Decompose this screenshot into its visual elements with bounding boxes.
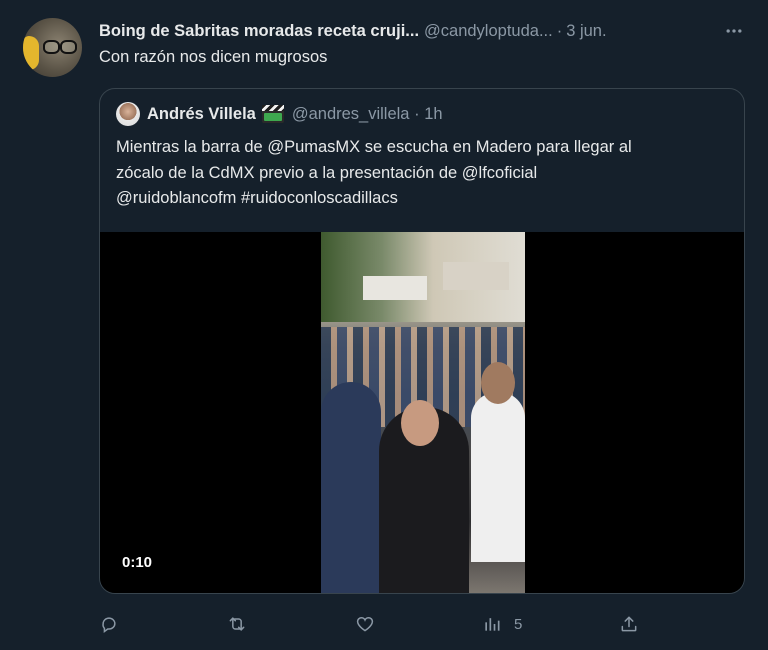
tweet-actions: 5 xyxy=(99,610,739,638)
quoted-tweet-time[interactable]: 1h xyxy=(424,105,442,124)
views-button[interactable]: 5 xyxy=(482,610,522,638)
tweet-header: Boing de Sabritas moradas receta cruji..… xyxy=(99,20,759,42)
author-handle[interactable]: @candyloptuda... xyxy=(424,22,553,41)
like-button[interactable] xyxy=(355,610,375,638)
quoted-text-line: Mientras la barra de @PumasMX se escucha… xyxy=(116,138,632,156)
quoted-text-line: @ruidoblancofm #ruidoconloscadillacs xyxy=(116,189,398,207)
tweet-date[interactable]: 3 jun. xyxy=(566,22,606,41)
video-timecode: 0:10 xyxy=(122,554,153,571)
views-count: 5 xyxy=(514,615,523,633)
tweet[interactable]: Boing de Sabritas moradas receta cruji..… xyxy=(0,0,768,650)
more-horizontal-icon xyxy=(726,29,742,33)
quoted-tweet-header: Andrés Villela @andres_villela · 1h xyxy=(147,102,443,126)
quoted-author-name[interactable]: Andrés Villela xyxy=(147,105,256,124)
quoted-tweet-separator: · xyxy=(414,104,420,123)
share-button[interactable] xyxy=(619,610,639,638)
more-options-button[interactable] xyxy=(720,20,748,42)
quoted-tweet[interactable]: Andrés Villela @andres_villela · 1h Mien… xyxy=(99,88,745,594)
avatar-glasses-shape xyxy=(43,40,77,54)
quoted-author-avatar[interactable] xyxy=(116,102,140,126)
avatar-hand-shape xyxy=(23,36,39,70)
retweet-button[interactable] xyxy=(227,610,247,638)
tweet-text: Con razón nos dicen mugrosos xyxy=(99,48,328,66)
heart-icon xyxy=(356,616,374,632)
header-separator: · xyxy=(556,21,563,40)
views-chart-icon xyxy=(485,618,500,631)
quoted-tweet-text: Mientras la barra de @PumasMX se escucha… xyxy=(116,135,736,212)
clapperboard-icon xyxy=(261,105,284,123)
share-icon xyxy=(621,616,637,632)
author-avatar[interactable] xyxy=(23,18,82,77)
retweet-icon xyxy=(229,617,245,631)
reply-icon xyxy=(102,617,116,633)
video-player[interactable]: 0:10 xyxy=(100,232,744,593)
reply-button[interactable] xyxy=(99,610,119,638)
video-frame xyxy=(321,232,525,593)
quoted-author-handle[interactable]: @andres_villela xyxy=(292,105,410,124)
quoted-text-line: zócalo de la CdMX previo a la presentaci… xyxy=(116,163,538,182)
author-name[interactable]: Boing de Sabritas moradas receta cruji..… xyxy=(99,22,419,41)
